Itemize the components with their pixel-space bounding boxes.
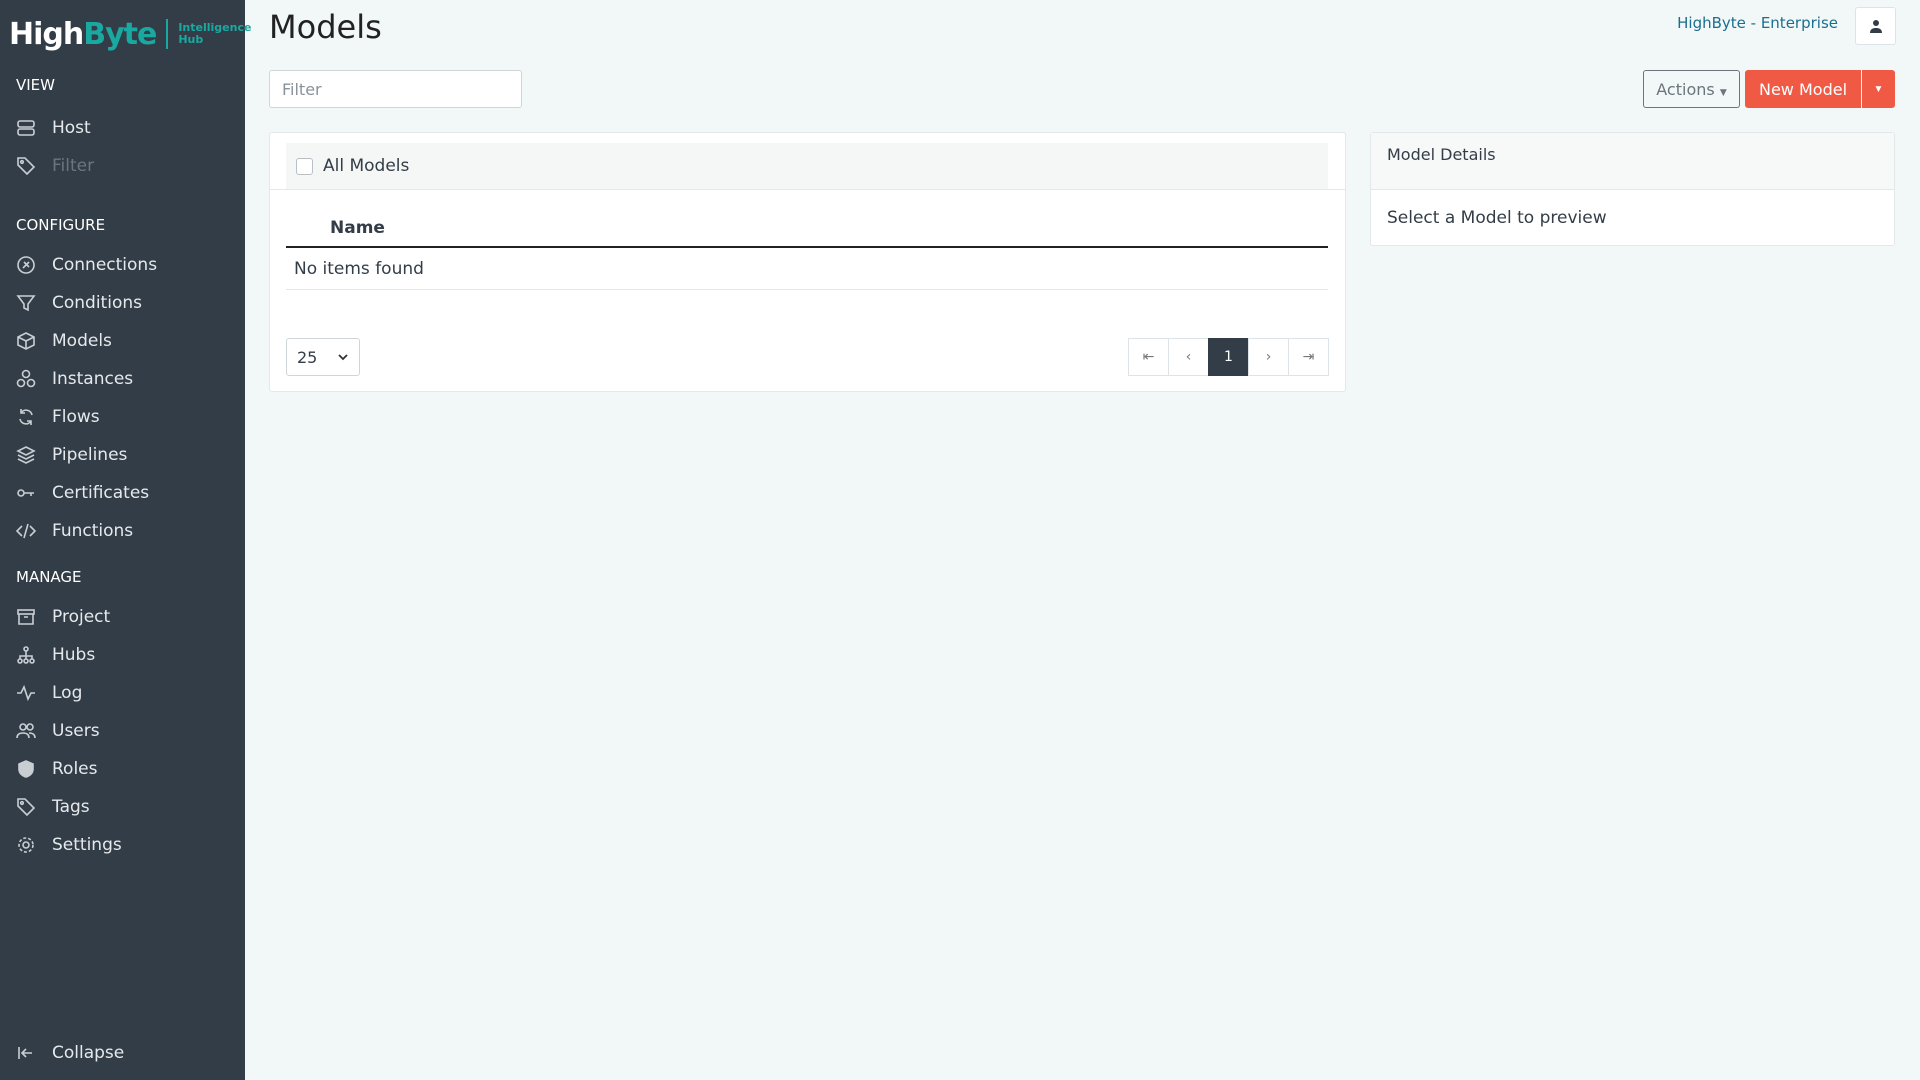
- pagination: ⇤ ‹ 1 › ⇥: [1128, 338, 1329, 376]
- caret-down-icon: ▼: [1873, 83, 1884, 95]
- chevron-left-icon: ‹: [1185, 349, 1192, 365]
- layers-icon: [16, 445, 36, 465]
- sidebar-item-tags[interactable]: Tags: [16, 792, 90, 822]
- filter-input[interactable]: [269, 70, 522, 108]
- divider: [270, 189, 1345, 190]
- models-list-panel: All Models Name No items found 25 ⇤ ‹ 1 …: [269, 132, 1346, 392]
- plug-icon: [16, 255, 36, 275]
- sidebar-item-models[interactable]: Models: [16, 326, 112, 356]
- section-view: VIEW: [16, 76, 55, 94]
- sitemap-icon: [16, 645, 36, 665]
- details-title: Model Details: [1371, 133, 1894, 190]
- next-page-button[interactable]: ›: [1248, 338, 1289, 376]
- sidebar-item-connections[interactable]: Connections: [16, 250, 157, 280]
- sidebar-item-instances[interactable]: Instances: [16, 364, 133, 394]
- chevron-down-icon: [338, 354, 348, 361]
- account-name[interactable]: HighByte - Enterprise: [1677, 14, 1838, 32]
- section-manage: MANAGE: [16, 568, 82, 586]
- user-menu-button[interactable]: [1855, 7, 1896, 45]
- empty-message: No items found: [286, 251, 1328, 290]
- all-models-row[interactable]: All Models: [286, 143, 1328, 189]
- sidebar-item-project[interactable]: Project: [16, 602, 110, 632]
- sidebar: High Byte Intelligence Hub VIEW CONFIGURE …: [0, 0, 251, 1080]
- user-icon: [1869, 20, 1882, 33]
- actions-button[interactable]: Actions ▼: [1643, 70, 1740, 108]
- page-size-select[interactable]: 25: [286, 338, 360, 376]
- new-model-button[interactable]: New Model: [1745, 70, 1861, 108]
- gear-icon: [16, 835, 36, 855]
- sidebar-item-settings[interactable]: Settings: [16, 830, 122, 860]
- sidebar-item-certificates[interactable]: Certificates: [16, 478, 149, 508]
- sidebar-item-hubs[interactable]: Hubs: [16, 640, 95, 670]
- shield-icon: [16, 759, 36, 779]
- all-models-checkbox[interactable]: [296, 157, 313, 175]
- last-page-icon: ⇥: [1302, 349, 1315, 365]
- page-title: Models: [269, 8, 382, 46]
- collapse-icon: [16, 1043, 36, 1063]
- sidebar-item-host[interactable]: Host: [16, 113, 91, 143]
- tag-icon: [16, 156, 36, 176]
- model-details-panel: Model Details Select a Model to preview: [1370, 132, 1895, 246]
- key-icon: [16, 483, 36, 503]
- sidebar-item-flows[interactable]: Flows: [16, 402, 100, 432]
- users-icon: [16, 721, 36, 741]
- first-page-button[interactable]: ⇤: [1128, 338, 1169, 376]
- pulse-icon: [16, 683, 36, 703]
- sidebar-item-conditions[interactable]: Conditions: [16, 288, 142, 318]
- section-configure: CONFIGURE: [16, 216, 106, 234]
- prev-page-button[interactable]: ‹: [1168, 338, 1209, 376]
- sync-icon: [16, 407, 36, 427]
- tags-icon: [16, 797, 36, 817]
- last-page-button[interactable]: ⇥: [1288, 338, 1329, 376]
- caret-down-icon: ▼: [1719, 87, 1727, 98]
- sidebar-collapse[interactable]: Collapse: [16, 1038, 124, 1068]
- sidebar-item-pipelines[interactable]: Pipelines: [16, 440, 127, 470]
- details-empty-message: Select a Model to preview: [1387, 208, 1607, 228]
- column-header-name[interactable]: Name: [286, 213, 1328, 248]
- highbyte-logo: High Byte Intelligence Hub: [9, 16, 252, 52]
- cube-icon: [16, 331, 36, 351]
- sidebar-item-functions[interactable]: Functions: [16, 516, 133, 546]
- funnel-icon: [16, 293, 36, 313]
- chevron-right-icon: ›: [1265, 349, 1272, 365]
- new-model-dropdown-button[interactable]: ▼: [1862, 70, 1895, 108]
- sidebar-item-users[interactable]: Users: [16, 716, 100, 746]
- sidebar-item-filter[interactable]: Filter: [16, 151, 94, 181]
- code-icon: [16, 521, 36, 541]
- page-button-current[interactable]: 1: [1208, 338, 1249, 376]
- sidebar-item-log[interactable]: Log: [16, 678, 82, 708]
- cubes-icon: [16, 369, 36, 389]
- archive-icon: [16, 607, 36, 627]
- first-page-icon: ⇤: [1142, 349, 1155, 365]
- server-icon: [16, 118, 36, 138]
- sidebar-item-roles[interactable]: Roles: [16, 754, 98, 784]
